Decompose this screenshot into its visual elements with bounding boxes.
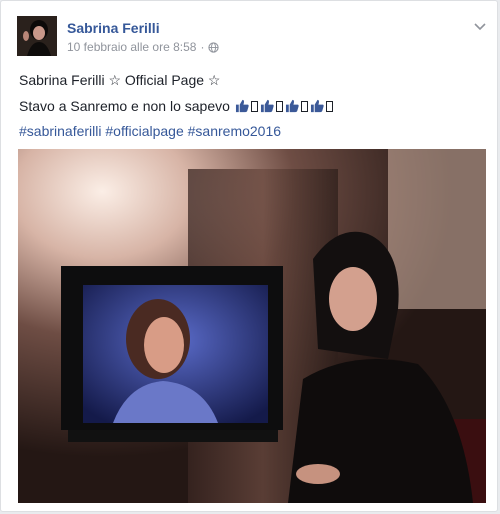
avatar[interactable] <box>17 16 57 56</box>
emoji-placeholder-box <box>250 101 258 112</box>
emoji-group <box>234 98 334 114</box>
thumbs-up-icon <box>310 99 324 113</box>
hashtag-list: #sabrinaferilli #officialpage #sanremo20… <box>19 123 281 139</box>
avatar-image <box>17 16 57 56</box>
author-name[interactable]: Sabrina Ferilli <box>67 20 160 36</box>
hashtag-link[interactable]: #sanremo2016 <box>188 123 281 139</box>
hashtag-link[interactable]: #sabrinaferilli <box>19 123 101 139</box>
post-timestamp[interactable]: 10 febbraio alle ore 8:58 <box>67 40 196 54</box>
post-photo[interactable] <box>18 149 486 503</box>
chevron-down-icon[interactable] <box>473 19 487 33</box>
post-card: Sabrina Ferilli 10 febbraio alle ore 8:5… <box>0 0 498 512</box>
emoji-placeholder-box <box>325 101 333 112</box>
post-text-line-2: Stavo a Sanremo e non lo sapevo <box>19 98 334 114</box>
post-meta: 10 febbraio alle ore 8:58 · <box>67 40 220 54</box>
emoji-placeholder-box <box>300 101 308 112</box>
thumbs-up-icon <box>235 99 249 113</box>
thumbs-up-icon <box>260 99 274 113</box>
hashtag-link[interactable]: #officialpage <box>105 123 183 139</box>
post-header: Sabrina Ferilli 10 febbraio alle ore 8:5… <box>17 16 457 58</box>
post-text: Stavo a Sanremo e non lo sapevo <box>19 98 230 114</box>
post-text-line-1: Sabrina Ferilli ☆ Official Page ☆ <box>19 72 221 88</box>
thumbs-up-icon <box>285 99 299 113</box>
photo-image <box>18 149 486 503</box>
emoji-placeholder-box <box>275 101 283 112</box>
meta-separator: · <box>200 40 205 54</box>
globe-icon[interactable] <box>208 41 220 53</box>
